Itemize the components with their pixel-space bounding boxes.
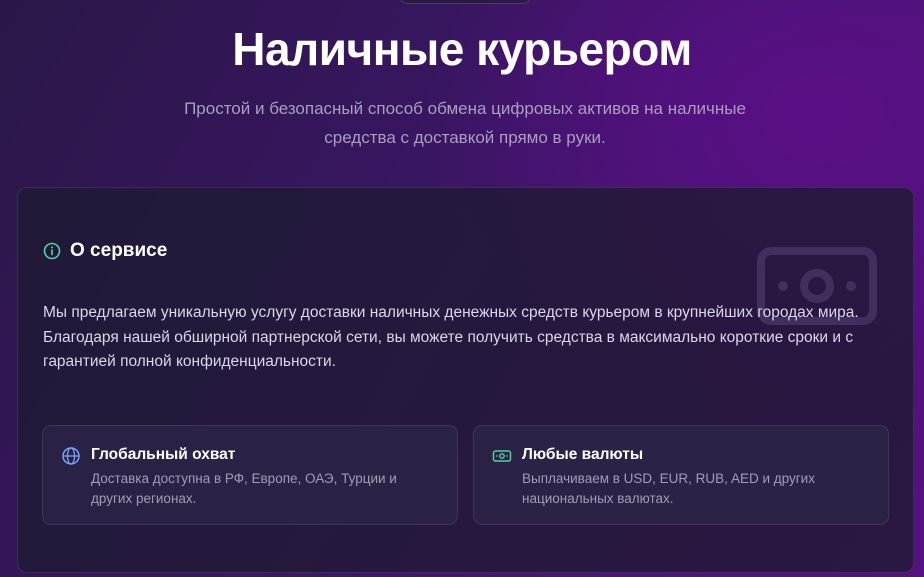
globe-icon bbox=[62, 447, 80, 465]
feature-text: Выплачиваем в USD, EUR, RUB, AED и други… bbox=[522, 471, 815, 506]
service-description: Мы предлагаем уникальную услугу доставки… bbox=[43, 304, 859, 370]
info-icon bbox=[43, 242, 61, 260]
top-tab[interactable] bbox=[398, 0, 532, 4]
page-subtitle: Простой и безопасный способ обмена цифро… bbox=[184, 99, 746, 147]
banknote-icon bbox=[492, 450, 512, 462]
section-heading: О сервисе bbox=[43, 240, 167, 262]
feature-text: Доставка доступна в РФ, Европе, ОАЭ, Тур… bbox=[91, 471, 397, 506]
section-title: О сервисе bbox=[70, 240, 168, 261]
feature-title: Любые валюты bbox=[522, 446, 644, 463]
feature-card-any-currency: Любые валюты Выплачиваем в USD, EUR, RUB… bbox=[473, 425, 889, 525]
feature-card-global-reach: Глобальный охват Доставка доступна в РФ,… bbox=[42, 425, 458, 525]
page-title: Наличные курьером bbox=[232, 23, 692, 75]
feature-title: Глобальный охват bbox=[91, 446, 236, 463]
about-card: О сервисе Мы предлагаем уникальную услуг… bbox=[17, 187, 914, 573]
